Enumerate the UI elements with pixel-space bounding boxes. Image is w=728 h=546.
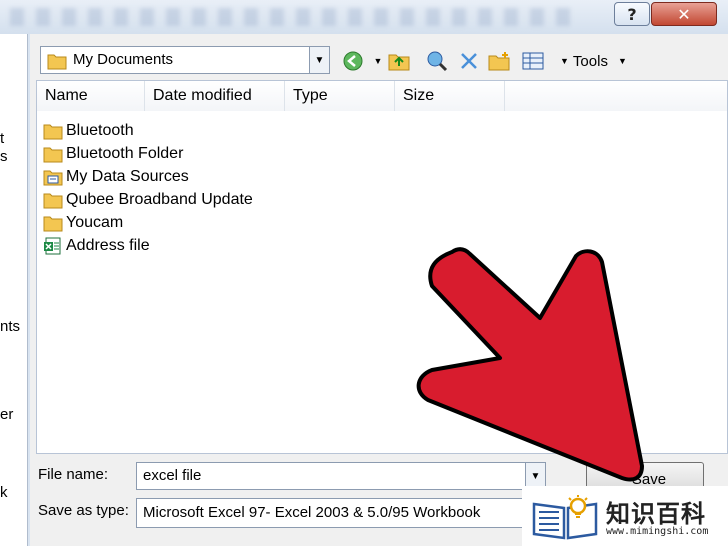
watermark-url: www.mimingshi.com [606,526,709,537]
red-arrow-annotation [416,247,644,482]
book-lightbulb-icon [532,495,598,540]
watermark: 知识百科 www.mimingshi.com [522,486,728,546]
watermark-title: 知识百科 [606,500,706,528]
